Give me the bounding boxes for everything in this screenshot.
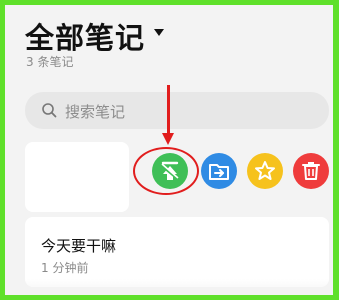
swiped-note-card[interactable] [25, 142, 129, 212]
note-title: 今天要干嘛 [41, 237, 117, 255]
annotation-circle [133, 147, 199, 195]
app-screen: 全部笔记 3 条笔记 搜索笔记 今天要干嘛 1 分钟前 [0, 0, 339, 300]
annotation-arrow-head-icon [162, 133, 174, 145]
note-count: 3 条笔记 [26, 55, 74, 69]
page-title[interactable]: 全部笔记 [25, 15, 145, 57]
search-icon [42, 103, 57, 118]
delete-button[interactable] [293, 153, 329, 189]
star-icon [255, 161, 275, 180]
favorite-button[interactable] [247, 153, 283, 189]
annotation-arrow-shaft [167, 85, 170, 135]
trash-icon [302, 162, 320, 180]
move-to-folder-icon [209, 164, 229, 180]
bottom-fade [5, 279, 333, 295]
move-to-folder-button[interactable] [201, 153, 237, 189]
list-item[interactable]: 今天要干嘛 1 分钟前 [25, 217, 329, 287]
search-placeholder: 搜索笔记 [65, 103, 126, 121]
chevron-down-icon[interactable] [154, 29, 164, 36]
search-input[interactable]: 搜索笔记 [25, 92, 329, 129]
note-timestamp: 1 分钟前 [41, 261, 89, 275]
